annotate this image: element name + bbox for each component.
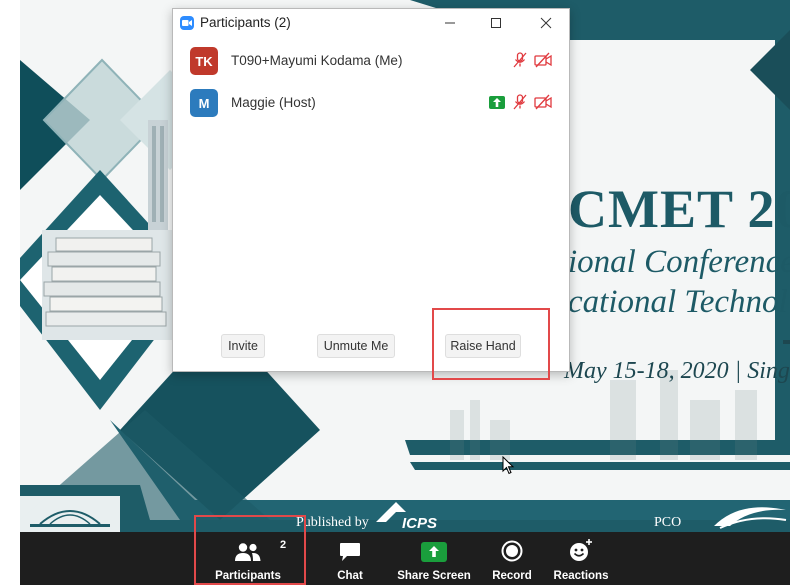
chat-label: Chat	[337, 570, 363, 582]
window-titlebar[interactable]: Participants (2)	[173, 9, 569, 37]
published-by-label: Published by	[296, 515, 369, 530]
close-button[interactable]	[523, 9, 569, 37]
share-screen-icon	[489, 95, 505, 109]
participant-row[interactable]: TK T090+Mayumi Kodama (Me)	[173, 47, 569, 85]
reactions-toolbar-button[interactable]: Reactions	[550, 532, 612, 585]
share-screen-toolbar-button[interactable]: Share Screen	[394, 532, 474, 585]
slide-title: CMET 202	[568, 179, 790, 239]
reactions-label: Reactions	[553, 570, 609, 582]
minimize-button[interactable]	[427, 9, 473, 37]
share-screen-label: Share Screen	[397, 570, 471, 582]
pco-label: PCO	[654, 515, 682, 530]
meeting-toolbar: 2 Participants Chat Share Screen Record	[20, 532, 790, 585]
record-label: Record	[492, 570, 532, 582]
singapore-logo	[20, 496, 120, 532]
chat-toolbar-button[interactable]: Chat	[328, 532, 372, 585]
slide-date: May 15-18, 2020 | Singa	[564, 358, 790, 384]
share-screen-icon	[421, 542, 447, 562]
close-icon	[540, 17, 552, 29]
avatar: TK	[190, 47, 218, 75]
chat-bubble-icon	[340, 543, 360, 561]
raise-hand-highlight	[432, 308, 550, 380]
slide-subtitle-line-1: ional Conference	[568, 244, 790, 280]
video-off-icon[interactable]	[533, 51, 553, 69]
maximize-icon	[491, 18, 501, 28]
zoom-camera-icon	[180, 16, 194, 30]
icps-logo: ICPS	[376, 502, 437, 532]
minimize-icon	[445, 22, 455, 24]
participant-name: Maggie (Host)	[231, 95, 316, 110]
maximize-button[interactable]	[473, 9, 519, 37]
slide-subtitle-line-2: cational Technol	[568, 284, 788, 320]
record-toolbar-button[interactable]: Record	[486, 532, 538, 585]
window-title: Participants (2)	[200, 15, 291, 30]
mic-muted-icon[interactable]	[511, 93, 529, 111]
unmute-me-button[interactable]: Unmute Me	[317, 334, 395, 358]
organizer-logo	[714, 507, 787, 529]
participant-row[interactable]: M Maggie (Host)	[173, 89, 569, 127]
svg-text:ICPS: ICPS	[402, 515, 437, 532]
participant-name: T090+Mayumi Kodama (Me)	[231, 53, 403, 68]
mic-muted-icon[interactable]	[511, 51, 529, 69]
participants-highlight	[194, 515, 306, 585]
avatar: M	[190, 89, 218, 117]
smiley-plus-icon	[570, 539, 592, 561]
invite-button[interactable]: Invite	[221, 334, 265, 358]
record-icon	[501, 540, 523, 562]
video-off-icon[interactable]	[533, 93, 553, 111]
mouse-cursor-icon	[502, 456, 515, 475]
